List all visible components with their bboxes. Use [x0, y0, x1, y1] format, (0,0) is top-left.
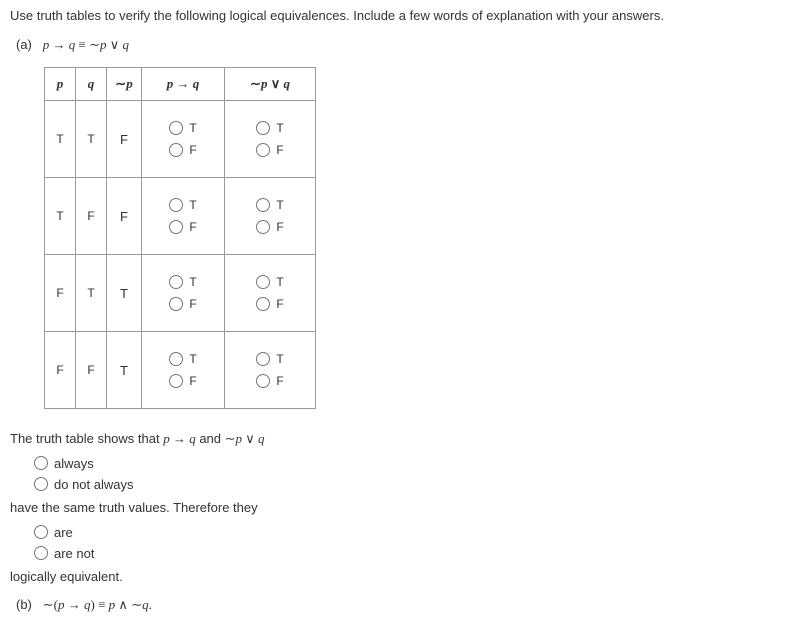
conclusion-line2: have the same truth values. Therefore th…: [10, 498, 793, 519]
cell-p: T: [45, 101, 76, 178]
radio-impl-row3-T[interactable]: [169, 275, 183, 289]
radio-impl-row1-F[interactable]: [169, 143, 183, 157]
radio-are-not[interactable]: [34, 546, 48, 560]
conclusion-line1: The truth table shows that p → q and ∼p …: [10, 429, 793, 450]
cell-p: T: [45, 178, 76, 255]
radio-disj-row1-T[interactable]: [256, 121, 270, 135]
cell-q: F: [76, 332, 107, 409]
cell-notp: F: [107, 178, 142, 255]
conclusion-line3: logically equivalent.: [10, 567, 793, 588]
radio-always-label: always: [54, 456, 94, 471]
radio-impl-row1-T[interactable]: [169, 121, 183, 135]
cell-q: T: [76, 101, 107, 178]
radio-impl-row3-F[interactable]: [169, 297, 183, 311]
table-row: T T F T F T F: [45, 101, 316, 178]
col-header-q: q: [76, 68, 107, 101]
cell-disjunction-choice: T F: [225, 255, 316, 332]
table-row: F F T T F T F: [45, 332, 316, 409]
radio-disj-row2-F[interactable]: [256, 220, 270, 234]
cell-p: F: [45, 255, 76, 332]
cell-disjunction-choice: T F: [225, 332, 316, 409]
cell-q: T: [76, 255, 107, 332]
radio-disj-row4-T[interactable]: [256, 352, 270, 366]
radio-do-not-always[interactable]: [34, 477, 48, 491]
cell-implication-choice: T F: [142, 101, 225, 178]
part-b-label: (b) ∼(p → q) ≡ p ∧ ∼q.: [16, 597, 793, 613]
radio-impl-row4-T[interactable]: [169, 352, 183, 366]
cell-notp: T: [107, 332, 142, 409]
radio-do-not-always-label: do not always: [54, 477, 134, 492]
radio-impl-row2-T[interactable]: [169, 198, 183, 212]
col-header-p: p: [45, 68, 76, 101]
col-header-disjunction: ∼p ∨ q: [225, 68, 316, 101]
cell-implication-choice: T F: [142, 178, 225, 255]
cell-notp: F: [107, 101, 142, 178]
cell-p: F: [45, 332, 76, 409]
cell-disjunction-choice: T F: [225, 178, 316, 255]
col-header-implication: p → q: [142, 68, 225, 101]
table-row: F T T T F T F: [45, 255, 316, 332]
radio-disj-row3-T[interactable]: [256, 275, 270, 289]
cell-disjunction-choice: T F: [225, 101, 316, 178]
part-a-label: (a) p → q ≡ ∼p ∨ q: [16, 37, 793, 53]
cell-notp: T: [107, 255, 142, 332]
cell-q: F: [76, 178, 107, 255]
radio-impl-row4-F[interactable]: [169, 374, 183, 388]
radio-impl-row2-F[interactable]: [169, 220, 183, 234]
question-prompt: Use truth tables to verify the following…: [10, 8, 793, 23]
cell-implication-choice: T F: [142, 255, 225, 332]
radio-disj-row3-F[interactable]: [256, 297, 270, 311]
radio-are-not-label: are not: [54, 546, 94, 561]
radio-disj-row1-F[interactable]: [256, 143, 270, 157]
table-row: T F F T F T F: [45, 178, 316, 255]
radio-are-label: are: [54, 525, 73, 540]
radio-disj-row4-F[interactable]: [256, 374, 270, 388]
truth-table: p q ∼p p → q ∼p ∨ q T T F T F: [44, 67, 316, 409]
col-header-notp: ∼p: [107, 68, 142, 101]
cell-implication-choice: T F: [142, 332, 225, 409]
radio-always[interactable]: [34, 456, 48, 470]
radio-disj-row2-T[interactable]: [256, 198, 270, 212]
radio-are[interactable]: [34, 525, 48, 539]
